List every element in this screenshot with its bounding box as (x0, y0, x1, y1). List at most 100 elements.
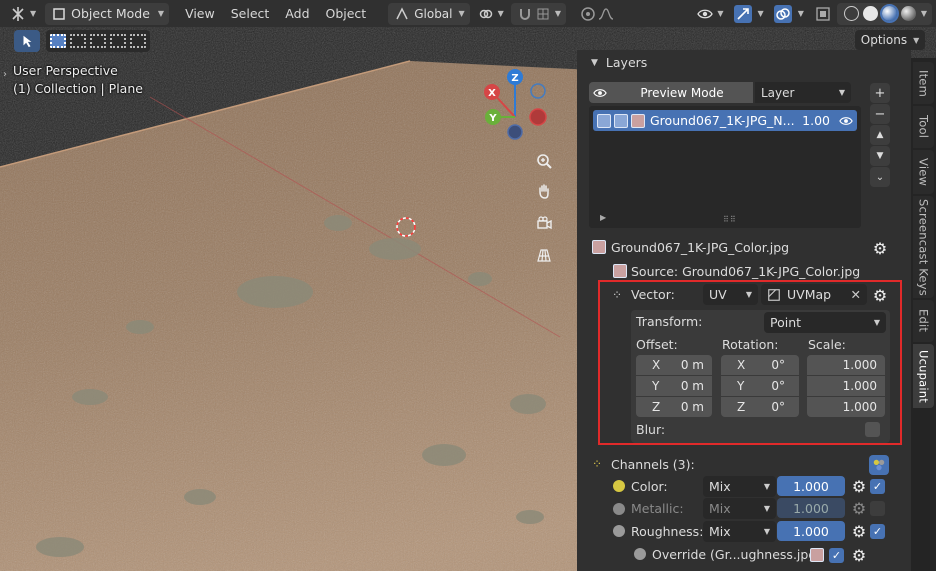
editor-type-button[interactable]: ▼ (4, 3, 41, 25)
override-enable-checkbox[interactable]: ✓ (829, 548, 844, 563)
chevron-down-icon: ▼ (873, 318, 880, 327)
transform-label: Transform: (636, 314, 703, 329)
rotation-y-field[interactable]: Y 0° (721, 376, 799, 396)
select-new-icon[interactable] (50, 34, 66, 48)
menu-object[interactable]: Object (318, 6, 375, 21)
source-label[interactable]: Source: Ground067_1K-JPG_Color.jpg (631, 264, 860, 279)
solid-shading-icon[interactable] (862, 6, 878, 21)
menu-select[interactable]: Select (223, 6, 278, 21)
toolbar-expand-arrow[interactable]: › (3, 69, 7, 80)
pan-view-button[interactable] (532, 179, 556, 203)
scale-label: Scale: (808, 337, 846, 352)
camera-view-button[interactable] (532, 211, 556, 235)
chevron-down-icon: ▼ (30, 9, 37, 18)
channel-color-enable-checkbox[interactable]: ✓ (870, 479, 885, 494)
pivot-dropdown[interactable]: ▼ (472, 3, 509, 25)
options-dropdown[interactable]: Options ▼ (855, 30, 925, 50)
navigation-gizmo[interactable]: Z X Y (480, 67, 550, 147)
layer-opacity-value[interactable]: 1.00 (802, 113, 830, 128)
move-layer-down-button[interactable]: ▼ (870, 146, 890, 166)
channels-toggle-button[interactable] (869, 455, 889, 475)
offset-x-field[interactable]: X 0 m (636, 355, 712, 375)
orientation-dropdown[interactable]: Global ▼ (388, 2, 470, 25)
tab-screencast-keys[interactable]: Screencast Keys (913, 196, 934, 298)
eye-icon[interactable] (839, 114, 853, 128)
channel-roughness-enable-checkbox[interactable]: ✓ (870, 524, 885, 539)
tab-edit[interactable]: Edit (913, 300, 934, 342)
list-resize-grip[interactable]: ⠿⠿ (723, 215, 737, 224)
layer-list-item[interactable]: Ground067_1K-JPG_N... 1.00 (593, 110, 857, 131)
gear-icon[interactable]: ⚙ (871, 239, 889, 258)
color-socket-icon (613, 480, 625, 492)
override-image-icon[interactable] (810, 548, 824, 562)
menu-view[interactable]: View (177, 6, 223, 21)
transform-type-dropdown[interactable]: Point ▼ (764, 312, 886, 333)
scale-x-field[interactable]: 1.000 (807, 355, 885, 375)
list-options-triangle-icon[interactable]: ▶ (600, 213, 606, 222)
layers-section-header[interactable]: ▼ Layers (591, 55, 647, 70)
select-invert-icon[interactable] (110, 34, 126, 48)
chevron-down-icon: ▼ (920, 9, 927, 18)
ortho-toggle-button[interactable] (532, 243, 556, 267)
layer-type-dropdown[interactable]: Layer ▼ (755, 82, 851, 103)
uvmap-field[interactable]: UVMap ✕ (761, 284, 867, 305)
gear-icon[interactable]: ⚙ (850, 499, 868, 518)
wireframe-shading-icon[interactable] (843, 6, 859, 21)
mode-dropdown[interactable]: Object Mode ▼ (45, 2, 170, 25)
select-subtract-icon[interactable] (90, 34, 106, 48)
gizmo-toggle[interactable]: ▼ (729, 3, 769, 25)
gear-icon[interactable]: ⚙ (871, 286, 889, 305)
preview-mode-button[interactable]: Preview Mode (611, 82, 753, 103)
overlays-toggle[interactable]: ▼ (769, 3, 809, 25)
selection-mode-group[interactable] (46, 30, 150, 52)
uv-icon (768, 288, 780, 301)
blur-checkbox[interactable] (865, 422, 880, 437)
gear-icon[interactable]: ⚙ (850, 522, 868, 541)
select-intersect-icon[interactable] (130, 34, 146, 48)
proportional-edit-toggle[interactable] (574, 3, 620, 25)
channel-roughness-intensity-field[interactable]: 1.000 (777, 521, 845, 541)
visibility-dropdown[interactable]: ▼ (691, 3, 728, 25)
roughness-socket-icon (613, 525, 625, 537)
channel-color-intensity-field[interactable]: 1.000 (777, 476, 845, 496)
proportional-circle-icon (579, 5, 597, 23)
overlay-icon (773, 4, 792, 23)
shading-modes[interactable]: ▼ (836, 2, 932, 25)
rendered-shading-icon[interactable] (900, 6, 916, 21)
channel-color-blend-dropdown[interactable]: Mix ▼ (703, 476, 776, 497)
select-extend-icon[interactable] (70, 34, 86, 48)
axis-label: Z (652, 400, 661, 414)
snap-toggle[interactable]: ▼ (510, 2, 566, 25)
remove-layer-button[interactable]: − (870, 104, 890, 124)
channel-roughness-blend-dropdown[interactable]: Mix ▼ (703, 521, 776, 542)
rotation-z-field[interactable]: Z 0° (721, 397, 799, 417)
channel-metallic-intensity-field[interactable]: 1.000 (777, 498, 845, 518)
vector-mode-dropdown[interactable]: UV ▼ (703, 284, 758, 305)
move-layer-up-button[interactable]: ▲ (870, 125, 890, 145)
offset-z-field[interactable]: Z 0 m (636, 397, 712, 417)
channel-metallic-blend-dropdown[interactable]: Mix ▼ (703, 498, 776, 519)
scale-z-field[interactable]: 1.000 (807, 397, 885, 417)
menu-add[interactable]: Add (277, 6, 317, 21)
gear-icon[interactable]: ⚙ (850, 546, 868, 565)
tab-tool[interactable]: Tool (913, 106, 934, 148)
select-tool-button[interactable] (14, 30, 40, 52)
xray-toggle[interactable] (809, 3, 837, 25)
add-layer-button[interactable]: + (870, 83, 890, 103)
clear-x-icon[interactable]: ✕ (851, 287, 861, 302)
layer-list[interactable]: Ground067_1K-JPG_N... 1.00 ▶ ⠿⠿ (589, 106, 861, 228)
material-shading-icon[interactable] (879, 4, 899, 23)
layer-menu-button[interactable]: ⌄ (870, 167, 890, 187)
scale-y-field[interactable]: 1.000 (807, 376, 885, 396)
tab-view[interactable]: View (913, 150, 934, 194)
tab-ucupaint[interactable]: Ucupaint (913, 344, 934, 408)
axis-label: Y (652, 379, 660, 393)
zoom-view-button[interactable] (532, 149, 556, 173)
channel-metallic-enable-checkbox[interactable] (870, 501, 885, 516)
preview-eye-button[interactable] (589, 82, 611, 103)
tab-item[interactable]: Item (913, 62, 934, 104)
gear-icon[interactable]: ⚙ (850, 477, 868, 496)
rotation-x-field[interactable]: X 0° (721, 355, 799, 375)
image-layer-icon (597, 113, 611, 128)
offset-y-field[interactable]: Y 0 m (636, 376, 712, 396)
